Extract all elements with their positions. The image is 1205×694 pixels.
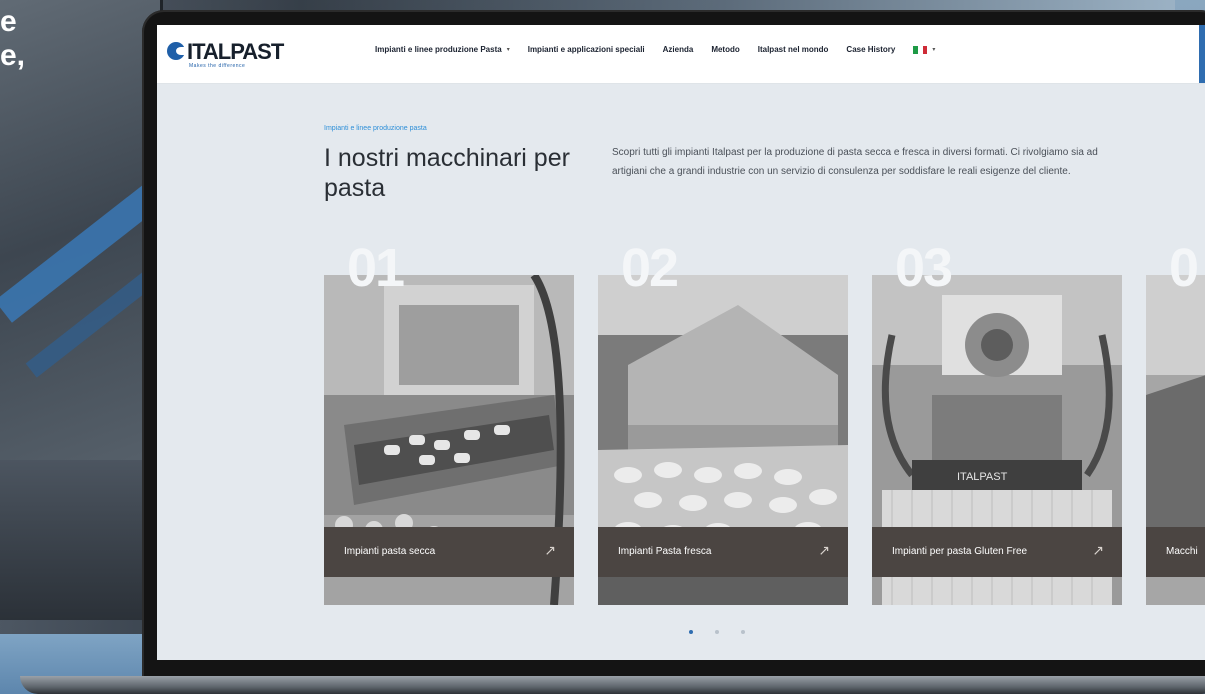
nav-metodo[interactable]: Metodo (711, 45, 739, 54)
main-nav: Impianti e linee produzione Pasta ▾ Impi… (375, 45, 935, 54)
background-monitor: e e, (0, 0, 195, 460)
card-number-03: 03 (895, 238, 953, 298)
background-line-1: e (0, 5, 17, 38)
language-selector[interactable]: ▾ (913, 45, 936, 54)
logo-tagline: Makes the difference (189, 63, 246, 69)
nav-impianti-speciali[interactable]: Impianti e applicazioni speciali (528, 45, 645, 54)
site-header: ITALPAST Makes the difference Impianti e… (157, 25, 1205, 84)
arrow-up-right-icon: ↗ (1092, 542, 1104, 558)
nav-impianti-linee-pasta[interactable]: Impianti e linee produzione Pasta ▾ (375, 45, 510, 54)
card-footer-gluten-free[interactable]: Impianti per pasta Gluten Free ↗ (872, 527, 1122, 577)
background-headline: e e, (0, 5, 25, 73)
card-label: Impianti Pasta fresca (618, 546, 712, 557)
laptop-screen: ITALPAST Makes the difference Impianti e… (157, 25, 1205, 660)
logo-mark-icon (167, 42, 186, 60)
nav-label: Case History (846, 45, 896, 54)
card-number-04-partial: 0 (1169, 238, 1199, 298)
italy-flag-icon (913, 45, 928, 54)
machine-badge-text: ITALPAST (957, 471, 1008, 483)
nav-label: Italpast nel mondo (757, 45, 829, 54)
section-eyebrow[interactable]: Impianti e linee produzione pasta (324, 125, 427, 132)
arrow-up-right-icon: ↗ (544, 542, 556, 558)
card-label: Impianti per pasta Gluten Free (892, 546, 1028, 557)
card-footer-partial[interactable]: Macchi (1146, 527, 1205, 577)
logo-wordmark: ITALPAST (187, 39, 284, 64)
laptop-base (20, 676, 1205, 694)
nav-label: Impianti e applicazioni speciali (527, 45, 645, 54)
card-number-02: 02 (621, 238, 679, 298)
chevron-down-icon: ▾ (932, 47, 936, 53)
nav-case-history[interactable]: Case History (846, 45, 895, 54)
nav-label: Metodo (711, 45, 740, 54)
pagination-dot-1[interactable] (689, 630, 693, 634)
card-number-01: 01 (347, 238, 405, 298)
nav-azienda[interactable]: Azienda (663, 45, 694, 54)
pagination-dot-2[interactable] (715, 630, 719, 634)
carousel-pagination (689, 630, 745, 634)
background-line-2: e, (0, 39, 26, 72)
card-footer-pasta-secca[interactable]: Impianti pasta secca ↗ (324, 527, 574, 577)
nav-label: Impianti e linee produzione Pasta (375, 45, 502, 54)
nav-italpast-nel-mondo[interactable]: Italpast nel mondo (758, 45, 829, 54)
section-title: I nostri macchinari per pasta (324, 144, 570, 202)
chevron-down-icon: ▾ (506, 47, 510, 53)
nav-label: Azienda (662, 45, 694, 54)
card-footer-pasta-fresca[interactable]: Impianti Pasta fresca ↗ (598, 527, 848, 577)
arrow-up-right-icon: ↗ (818, 542, 830, 558)
background-monitor-stand (0, 460, 150, 620)
header-accent-bar (1199, 25, 1205, 83)
card-label: Impianti pasta secca (344, 546, 436, 557)
card-label: Macchi (1166, 546, 1198, 557)
section-description: Scopri tutti gli impianti Italpast per l… (612, 147, 1098, 177)
pagination-dot-3[interactable] (741, 630, 745, 634)
italpast-logo[interactable]: ITALPAST Makes the difference (167, 39, 284, 71)
